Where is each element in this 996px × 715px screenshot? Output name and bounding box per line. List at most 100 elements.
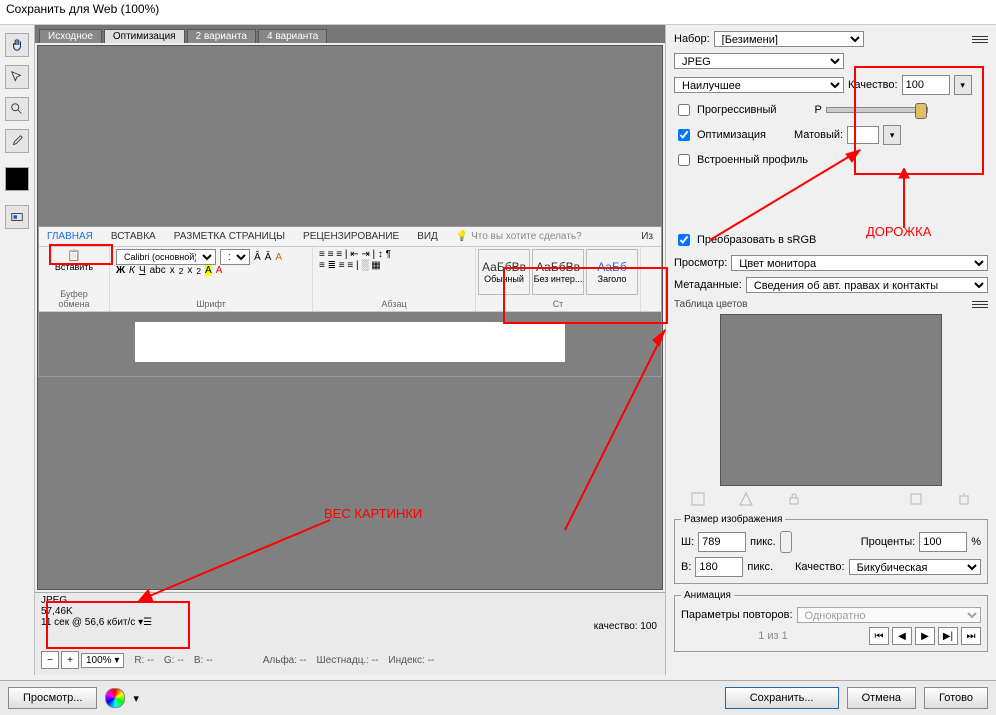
panel-menu-icon[interactable] [972, 34, 988, 44]
preview-button[interactable]: Просмотр... [8, 687, 97, 709]
color-table[interactable] [720, 314, 942, 486]
zoom-out-button[interactable]: − [41, 651, 59, 669]
srgb-checkbox[interactable] [678, 234, 690, 246]
group-clipboard: Буфер обмена [45, 289, 103, 309]
preview-bottom-bar: − + 100% ▾ R: -- G: -- B: -- Альфа: -- Ш… [35, 645, 665, 675]
constrain-proportions-icon[interactable] [780, 531, 792, 553]
preset-select[interactable]: [Безимени] [714, 31, 864, 47]
matte-dropdown-button[interactable]: ▾ [883, 125, 901, 145]
status-quality: качество: 100 [594, 621, 657, 632]
new-color-icon[interactable] [909, 492, 923, 506]
animation-legend: Анимация [681, 590, 734, 601]
readout-b: B: -- [194, 655, 213, 666]
tab-original[interactable]: Исходное [39, 29, 102, 43]
zoom-tool[interactable] [5, 97, 29, 121]
quality-input[interactable] [902, 75, 950, 95]
tool-palette [0, 25, 35, 675]
height-label: В: [681, 561, 691, 573]
bandwidth-menu[interactable]: ▾☰ [138, 617, 152, 628]
word-tab-review: РЕЦЕНЗИРОВАНИЕ [303, 231, 399, 242]
percent-label: Проценты: [861, 536, 916, 548]
color-table-label: Таблица цветов [674, 299, 748, 310]
cancel-button[interactable]: Отмена [847, 687, 916, 709]
dialog-footer: Просмотр... ▾ Сохранить... Отмена Готово [0, 680, 996, 715]
embed-profile-checkbox[interactable] [678, 154, 690, 166]
anim-play-button: ▶ [915, 627, 935, 645]
quality-slider[interactable] [826, 107, 928, 113]
style-normal: АаБбВвОбычный [478, 249, 530, 295]
group-paragraph: Абзац [319, 299, 469, 309]
metadata-label: Метаданные: [674, 279, 742, 291]
slider-thumb[interactable] [915, 103, 927, 119]
progressive-checkbox[interactable] [678, 104, 690, 116]
preview-status: JPEG 57,46K 11 сек @ 56,6 кбит/с ▾☰ каче… [35, 592, 665, 645]
image-size-group: Размер изображения Ш: пикс. Проценты: % … [674, 514, 988, 584]
loop-label: Параметры повторов: [681, 609, 793, 621]
eyedropper-tool[interactable] [5, 129, 29, 153]
hand-tool[interactable] [5, 33, 29, 57]
readout-alpha: Альфа: -- [263, 655, 307, 666]
image-size-legend: Размер изображения [681, 514, 785, 525]
delete-color-icon[interactable] [957, 492, 971, 506]
color-table-menu-icon[interactable] [972, 300, 988, 310]
blur-label: Р [815, 104, 822, 116]
height-input[interactable] [695, 557, 743, 577]
anim-first-button: ⏮ [869, 627, 889, 645]
percent-input[interactable] [919, 532, 967, 552]
settings-panel: Набор: [Безимени] JPEG Наилучшее Качеств… [666, 25, 996, 675]
word-tell-me: 💡 Что вы хотите сделать? [456, 231, 582, 242]
quality-label: Качество: [848, 79, 898, 91]
slice-select-tool[interactable] [5, 65, 29, 89]
metadata-select[interactable]: Сведения об авт. правах и контакты [746, 277, 988, 293]
embedded-word-window: ГЛАВНАЯ ВСТАВКА РАЗМЕТКА СТРАНИЦЫ РЕЦЕНЗ… [38, 226, 662, 377]
preview-canvas[interactable]: ГЛАВНАЯ ВСТАВКА РАЗМЕТКА СТРАНИЦЫ РЕЦЕНЗ… [37, 45, 663, 590]
px-unit-2: пикс. [747, 561, 773, 573]
optimize-label: Оптимизация [697, 129, 766, 141]
anim-last-button: ⏭ [961, 627, 981, 645]
zoom-select[interactable]: 100% ▾ [81, 653, 124, 668]
resample-quality-label: Качество: [795, 561, 845, 573]
matte-swatch[interactable] [847, 126, 879, 144]
status-filesize: 57,46K [41, 606, 659, 617]
lock-color-icon[interactable] [691, 492, 705, 506]
frame-pager: 1 из 1 [681, 630, 865, 642]
embed-profile-label: Встроенный профиль [697, 154, 808, 166]
preview-mode-select[interactable]: Цвет монитора [731, 255, 988, 271]
srgb-label: Преобразовать в sRGB [697, 234, 816, 246]
progressive-label: Прогрессивный [697, 104, 777, 116]
eyedropper-color-swatch[interactable] [5, 167, 29, 191]
group-font: Шрифт [116, 299, 306, 309]
done-button[interactable]: Готово [924, 687, 988, 709]
format-select[interactable]: JPEG [674, 53, 844, 69]
width-input[interactable] [698, 532, 746, 552]
width-label: Ш: [681, 536, 694, 548]
font-size-select: 11 [220, 249, 250, 265]
loop-select: Однократно [797, 607, 981, 623]
style-heading: АаБбЗаголо [586, 249, 638, 295]
slice-visibility-toggle[interactable] [5, 205, 29, 229]
readout-r: R: -- [134, 655, 153, 666]
resample-select[interactable]: Бикубическая [849, 559, 981, 575]
save-button[interactable]: Сохранить... [725, 687, 839, 709]
font-select: Calibri (основной) [116, 249, 216, 265]
lock-icon[interactable] [787, 492, 801, 506]
word-tab-layout: РАЗМЕТКА СТРАНИЦЫ [174, 231, 285, 242]
tab-2up[interactable]: 2 варианта [187, 29, 256, 43]
px-unit: пикс. [750, 536, 776, 548]
preview-mode-label: Просмотр: [674, 257, 727, 269]
quality-dropdown-button[interactable]: ▾ [954, 75, 972, 95]
zoom-in-button[interactable]: + [61, 651, 79, 669]
style-nospacing: АаБбВвБез интер... [532, 249, 584, 295]
shift-color-icon[interactable] [739, 492, 753, 506]
browser-preview-dropdown[interactable]: ▾ [133, 692, 139, 705]
tab-4up[interactable]: 4 варианта [258, 29, 327, 43]
quality-preset-select[interactable]: Наилучшее [674, 77, 844, 93]
tab-optimized[interactable]: Оптимизация [104, 29, 185, 43]
group-styles: Ст [478, 299, 638, 309]
animation-group: Анимация Параметры повторов: Однократно … [674, 590, 988, 652]
matte-label: Матовый: [794, 129, 843, 141]
optimize-checkbox[interactable] [678, 129, 690, 141]
browser-preview-icon[interactable] [105, 688, 125, 708]
percent-unit: % [971, 536, 981, 548]
readout-g: G: -- [164, 655, 184, 666]
